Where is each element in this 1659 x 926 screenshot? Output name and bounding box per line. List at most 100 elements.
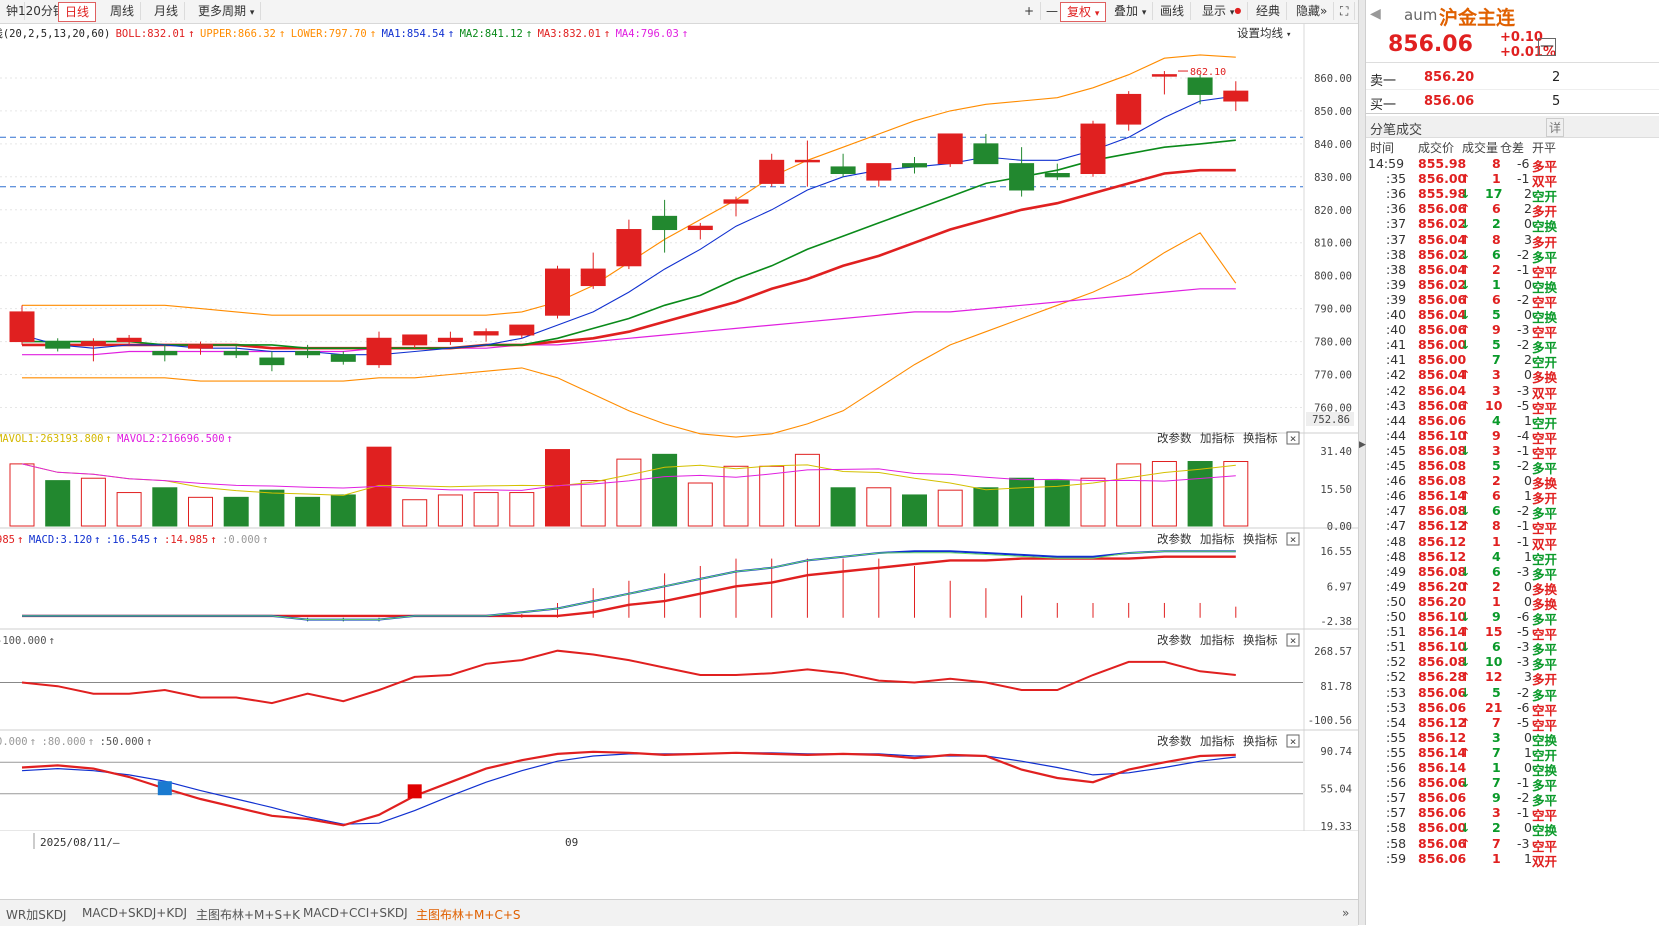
fullscreen-icon[interactable]: ⛶	[1334, 2, 1356, 20]
more-periods-dropdown[interactable]: 更多周期 ▾	[192, 2, 262, 20]
tab-wr-skdj[interactable]: WR加SKDJ	[6, 906, 66, 923]
tick-time: :35	[1386, 171, 1407, 187]
main-indicator-value: MA3:832.01	[538, 28, 601, 40]
tick-time: :41	[1386, 337, 1407, 353]
tab-boll-m-c-s[interactable]: 主图布林+M+C+S	[416, 906, 521, 923]
volume-bar	[509, 492, 535, 527]
tab-boll-m-s-k[interactable]: 主图布林+M+S+K	[196, 906, 300, 923]
tick-oi-change: -3	[1517, 654, 1530, 670]
candle-body	[1116, 93, 1142, 125]
tick-volume: 6	[1492, 639, 1501, 655]
tick-price: 856.02	[1418, 276, 1467, 292]
collapse-arrow-icon[interactable]: ▶	[1359, 440, 1366, 450]
tick-price: 856.08	[1418, 654, 1467, 670]
bid-label: 买一	[1370, 98, 1397, 113]
kline-chart[interactable]: 2025/08/11/— 09 860.00 850.00 840.00 830.00 82…	[0, 23, 1358, 899]
volume-bar	[580, 480, 606, 527]
tick-time: :36	[1386, 201, 1407, 217]
tick-arrow-icon: ↓	[1460, 563, 1471, 579]
ticks-title: 分笔成交	[1370, 123, 1423, 138]
price-axis-tick: 790.00	[1314, 304, 1352, 316]
price-change: +0.10	[1500, 30, 1543, 45]
main-indicator-value: MA1:854.54	[382, 28, 445, 40]
overlay-dropdown[interactable]: 叠加 ▾	[1108, 2, 1154, 20]
tick-oi-change: -1	[1517, 261, 1530, 277]
period-monthly[interactable]: 月线	[148, 2, 186, 20]
main-indicator-name: K线(20,2,5,13,20,60)	[0, 27, 110, 40]
trend-arrow-icon: ↑	[210, 533, 217, 546]
adjust-rights-label: 复权	[1067, 5, 1092, 19]
tab-macd-cci-skdj[interactable]: MACD+CCI+SKDJ	[303, 906, 408, 920]
candle-body	[1151, 74, 1177, 77]
header-oi-change: 仓差	[1500, 141, 1525, 155]
tick-oi-change: -2	[1517, 790, 1530, 806]
bid-price: 856.06	[1424, 94, 1475, 109]
tick-price: 856.06	[1418, 412, 1467, 428]
price-axis-tick: 810.00	[1314, 238, 1352, 250]
hide-button[interactable]: 隐藏»	[1290, 2, 1335, 20]
vol-axis-tick: 15.50	[1320, 484, 1352, 496]
tick-volume: 2	[1492, 473, 1501, 489]
tick-row: :48 856.12 1 -1 双平	[1366, 534, 1659, 552]
candle-body	[616, 229, 642, 267]
indicator-template-tabs: WR加SKDJ MACD+SKDJ+KDJ 主图布林+M+S+K MACD+CC…	[0, 899, 1358, 926]
close-icon: ×	[1290, 634, 1297, 647]
collapse-panel-icon[interactable]: —	[1538, 38, 1556, 56]
volume-bar	[830, 487, 856, 527]
tick-price: 856.08	[1418, 473, 1467, 489]
period-weekly[interactable]: 周线	[104, 2, 142, 20]
tick-price: 856.28	[1418, 669, 1467, 685]
volume-bar	[188, 496, 213, 527]
kdj-d-line	[21, 752, 1236, 825]
tick-oi-change: 0	[1524, 593, 1532, 609]
close-icon: ×	[1290, 432, 1297, 445]
tick-price: 856.14	[1418, 760, 1467, 775]
tick-arrow-icon: ↑	[1460, 669, 1471, 685]
tick-row: :51 856.14 ↑ 15 -5 空平	[1366, 624, 1659, 642]
ask-label: 卖一	[1370, 74, 1397, 89]
tick-arrow-icon: ↓	[1460, 654, 1471, 670]
tick-price: 856.12	[1418, 548, 1467, 564]
tick-time: :36	[1386, 186, 1407, 202]
macd-axis-tick: 6.97	[1327, 581, 1352, 593]
adjust-rights-dropdown[interactable]: 复权 ▾	[1060, 2, 1107, 22]
main-indicator-value: UPPER:866.32	[200, 28, 276, 40]
zoom-in-button[interactable]: +	[1018, 2, 1042, 20]
tick-oi-change: 0	[1524, 760, 1532, 775]
classic-button[interactable]: 经典	[1250, 2, 1288, 20]
tick-oi-change: 2	[1524, 186, 1532, 202]
tick-price: 856.08	[1418, 503, 1467, 519]
display-dropdown[interactable]: 显示 ▾●	[1196, 2, 1249, 20]
tick-oi-change: -1	[1517, 805, 1530, 821]
panel-splitter[interactable]: ▶	[1358, 0, 1366, 925]
ticks-detail-button[interactable]: 详	[1546, 118, 1565, 137]
chevron-down-icon: ▾	[1094, 9, 1100, 19]
tick-time: :37	[1386, 231, 1407, 247]
bid-volume: 5	[1552, 94, 1561, 109]
candle-body	[295, 350, 321, 356]
x-axis-strip	[0, 831, 1358, 899]
tick-row: :49 856.20 ↑ 2 0 多换	[1366, 578, 1659, 597]
kdj-indicator-value: :50.000	[100, 736, 144, 748]
tick-row: :47 856.08 ↓ 6 -2 多平	[1366, 503, 1659, 521]
tick-price: 856.04	[1418, 367, 1467, 383]
ticks-list[interactable]: 14:59 855.98 8 -6 多平:35 856.00 ↑ 1 -1 双平:36 855.98…	[1366, 156, 1659, 916]
macd-axis-tick: 16.55	[1320, 546, 1352, 558]
tick-oi-change: -3	[1517, 835, 1530, 851]
period-daily[interactable]: 日线	[58, 2, 97, 22]
tick-row: :47 856.12 ↑ 8 -1 空平	[1366, 518, 1659, 536]
tick-arrow-icon: ↑	[1460, 578, 1471, 594]
tick-oi-change: 0	[1524, 367, 1532, 383]
prev-contract-icon[interactable]: ◀	[1370, 6, 1381, 22]
tick-time: :57	[1386, 805, 1407, 821]
tick-time: :42	[1386, 367, 1407, 383]
vol-indicator-value: MAVOL1:263193.800	[0, 433, 103, 445]
tick-time: :51	[1386, 624, 1407, 640]
close-icon: ×	[1290, 533, 1297, 546]
contract-name: 沪金主连	[1439, 7, 1516, 29]
add-indicator-button: 加指标	[1200, 633, 1235, 647]
tab-scroll-right-icon[interactable]: »	[1342, 906, 1349, 920]
tab-macd-skdj-kdj[interactable]: MACD+SKDJ+KDJ	[82, 906, 187, 920]
draw-line-button[interactable]: 画线	[1154, 2, 1192, 20]
volume-bar	[866, 487, 892, 527]
